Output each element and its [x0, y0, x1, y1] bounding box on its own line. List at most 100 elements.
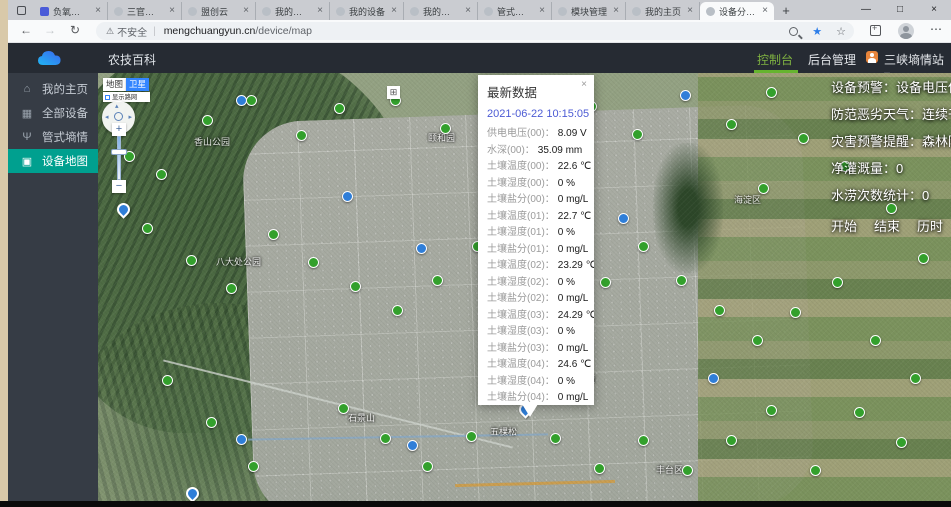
browser-tab[interactable]: 我的设备 - × — [256, 2, 330, 20]
device-marker[interactable] — [142, 223, 153, 234]
device-marker[interactable] — [766, 87, 777, 98]
device-marker[interactable] — [790, 307, 801, 318]
device-marker[interactable] — [380, 433, 391, 444]
device-marker[interactable] — [248, 461, 259, 472]
device-marker[interactable] — [440, 123, 451, 134]
action-button[interactable]: 结束 — [874, 216, 900, 235]
tab-close-icon[interactable]: × — [611, 6, 621, 16]
device-marker[interactable] — [350, 281, 361, 292]
tab-close-icon[interactable]: × — [685, 6, 695, 16]
more-menu-icon[interactable]: ⋯ — [930, 22, 943, 36]
device-marker[interactable] — [202, 115, 213, 126]
device-marker[interactable] — [726, 435, 737, 446]
browser-tab[interactable]: 我的设备 × — [330, 2, 404, 20]
pan-left-icon[interactable]: ◂ — [105, 113, 109, 121]
device-marker[interactable] — [392, 305, 403, 316]
browser-tab[interactable]: 模块管理 × — [552, 2, 626, 20]
device-marker[interactable] — [156, 169, 167, 180]
maximize-button[interactable]: □ — [883, 0, 917, 20]
device-marker[interactable] — [798, 133, 809, 144]
device-marker[interactable] — [832, 277, 843, 288]
device-marker[interactable] — [422, 461, 433, 472]
device-marker[interactable] — [726, 119, 737, 130]
forward-button[interactable]: → — [44, 23, 56, 37]
device-marker[interactable] — [226, 283, 237, 294]
device-marker[interactable] — [680, 90, 691, 101]
device-marker[interactable] — [618, 213, 629, 224]
map-canvas[interactable]: 香山公园八大处公园石景山颐和园五棵松玉渊潭丰台区海淀区 地图卫星 显示路网 ▴ … — [98, 73, 951, 501]
device-marker[interactable] — [466, 431, 477, 442]
device-marker[interactable] — [918, 253, 929, 264]
favorite-star-icon[interactable]: ★ — [812, 25, 822, 38]
sidebar-item[interactable]: Ψ 管式墒情 — [8, 125, 98, 149]
map-extra-control[interactable]: ⊞ — [387, 86, 400, 99]
device-marker[interactable] — [810, 465, 821, 476]
pan-center-icon[interactable] — [114, 112, 123, 121]
device-marker[interactable] — [870, 335, 881, 346]
zoom-in-button[interactable]: + — [112, 123, 126, 136]
device-marker[interactable] — [186, 255, 197, 266]
pan-right-icon[interactable]: ▸ — [128, 113, 132, 121]
action-button[interactable]: 开始 — [831, 216, 857, 235]
device-marker[interactable] — [752, 335, 763, 346]
device-marker[interactable] — [268, 229, 279, 240]
popup-close-icon[interactable]: × — [581, 79, 587, 90]
minimize-button[interactable]: — — [849, 0, 883, 20]
tab-close-icon[interactable]: × — [315, 6, 325, 16]
browser-tab[interactable]: 负氧离子监测 × — [34, 2, 108, 20]
device-marker[interactable] — [854, 407, 865, 418]
tab-close-icon[interactable]: × — [389, 6, 399, 16]
device-marker[interactable] — [334, 103, 345, 114]
nav-console[interactable]: 控制台 — [757, 51, 793, 68]
brand-title[interactable]: 农技百科 — [108, 51, 156, 68]
tab-close-icon[interactable]: × — [760, 6, 770, 16]
device-marker[interactable] — [550, 433, 561, 444]
security-label[interactable]: 不安全 — [117, 24, 147, 39]
device-marker[interactable] — [676, 275, 687, 286]
tab-close-icon[interactable]: × — [93, 6, 103, 16]
device-marker[interactable] — [206, 417, 217, 428]
device-marker[interactable] — [416, 243, 427, 254]
browser-tab[interactable]: 三官庙保护 × — [108, 2, 182, 20]
device-marker[interactable] — [162, 375, 173, 386]
close-button[interactable]: × — [917, 0, 951, 20]
tab-close-icon[interactable]: × — [241, 6, 251, 16]
map-type-button[interactable]: 地图 — [103, 78, 126, 91]
sidebar-item[interactable]: ▦ 全部设备 — [8, 101, 98, 125]
nav-admin[interactable]: 后台管理 — [808, 51, 856, 68]
device-marker[interactable] — [682, 465, 693, 476]
back-button[interactable]: ← — [20, 23, 32, 37]
device-marker[interactable] — [236, 434, 247, 445]
device-marker[interactable] — [600, 277, 611, 288]
device-marker[interactable] — [246, 95, 257, 106]
browser-tab[interactable]: 设备分布图 × — [700, 2, 774, 20]
roadnet-checkbox[interactable] — [105, 95, 110, 100]
device-marker[interactable] — [296, 130, 307, 141]
tab-actions-icon[interactable] — [8, 2, 34, 19]
device-marker[interactable] — [594, 463, 605, 474]
zoom-slider-handle[interactable] — [111, 149, 127, 155]
device-marker[interactable] — [638, 241, 649, 252]
device-marker[interactable] — [910, 373, 921, 384]
device-marker[interactable] — [638, 435, 649, 446]
device-marker[interactable] — [432, 275, 443, 286]
pan-up-icon[interactable]: ▴ — [115, 102, 119, 110]
action-button[interactable]: 历时 — [917, 216, 943, 235]
browser-tab[interactable]: 我的主页 × — [626, 2, 700, 20]
add-favorite-icon[interactable]: ☆ — [836, 25, 846, 38]
tab-close-icon[interactable]: × — [537, 6, 547, 16]
device-marker[interactable] — [758, 183, 769, 194]
zoom-out-button[interactable]: − — [112, 180, 126, 193]
browser-tab[interactable]: 我的设备 - × — [404, 2, 478, 20]
address-bar[interactable]: ⚠ 不安全 | mengchuangyun.cn /device/map ★ ☆ — [96, 22, 854, 40]
device-marker[interactable] — [896, 437, 907, 448]
tab-close-icon[interactable]: × — [463, 6, 473, 16]
device-marker[interactable] — [338, 403, 349, 414]
browser-tab[interactable]: 盟创云 × — [182, 2, 256, 20]
new-tab-button[interactable]: + — [774, 2, 798, 20]
sidebar-item[interactable]: ⌂ 我的主页 — [8, 77, 98, 101]
device-marker[interactable] — [632, 129, 643, 140]
tab-close-icon[interactable]: × — [167, 6, 177, 16]
device-marker[interactable] — [708, 373, 719, 384]
roadnet-toggle[interactable]: 显示路网 — [103, 92, 150, 102]
